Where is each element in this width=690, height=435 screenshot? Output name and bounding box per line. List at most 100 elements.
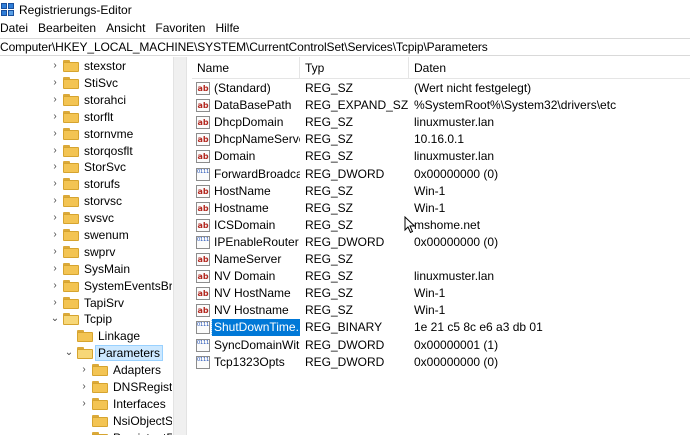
chevron-right-icon[interactable]: › (50, 226, 60, 243)
tree-key-item[interactable]: PersistentRo (79, 429, 172, 435)
tree-key-item[interactable]: › stexstor (50, 57, 128, 74)
folder-icon (92, 414, 108, 427)
tree-key-label: StorSvc (84, 159, 127, 174)
chevron-right-icon[interactable]: › (50, 125, 60, 142)
chevron-right-icon[interactable]: › (50, 108, 60, 125)
chevron-right-icon[interactable]: › (50, 142, 60, 159)
value-row[interactable]: 011110 ForwardBroadca... REG_DWORD 0x000000… (192, 166, 690, 183)
chevron-right-icon[interactable]: › (50, 57, 60, 74)
string-value-icon: ab (196, 185, 210, 198)
chevron-right-icon[interactable]: › (79, 395, 89, 412)
tree-key-item[interactable]: › storvsc (50, 192, 124, 209)
chevron-down-icon[interactable]: ⌄ (50, 313, 60, 324)
folder-icon (63, 296, 79, 309)
tree-scrollbar[interactable] (173, 57, 187, 435)
tree-key-item[interactable]: › storufs (50, 175, 122, 192)
chevron-right-icon[interactable]: › (50, 74, 60, 91)
folder-icon (63, 279, 79, 292)
value-name-cell: ab Domain (196, 148, 300, 165)
folder-icon (63, 59, 79, 72)
value-row[interactable]: ab DhcpDomain REG_SZ linuxmuster.lan (192, 114, 690, 131)
tree-key-item[interactable]: Linkage (64, 327, 142, 344)
title-bar: Registrierungs-Editor (0, 0, 690, 19)
value-name-cell: 011110 IPEnableRouter (196, 234, 300, 251)
value-row[interactable]: ab (Standard) REG_SZ (Wert nicht festgelegt… (192, 80, 690, 97)
value-name: Hostname (214, 201, 269, 215)
value-row[interactable]: ab DataBasePath REG_EXPAND_SZ %SystemRoot%\… (192, 97, 690, 114)
value-data: linuxmuster.lan (414, 269, 495, 283)
tree-key-item[interactable]: ⌄ Parameters (64, 344, 164, 361)
value-row[interactable]: ab DhcpNameServer REG_SZ 10.16.0.1 (192, 131, 690, 148)
value-row[interactable]: 011110 Tcp1323Opts REG_DWORD 0x00000000 (0) (192, 354, 690, 371)
value-row[interactable]: ab NV Domain REG_SZ linuxmuster.lan (192, 268, 690, 285)
tree-key-item[interactable]: › StorSvc (50, 158, 128, 175)
folder-icon (63, 211, 79, 224)
chevron-right-icon[interactable]: › (50, 277, 60, 294)
tree-key-item[interactable]: › TapiSrv (50, 294, 126, 311)
value-name-cell: ab DhcpNameServer (196, 131, 300, 148)
address-bar[interactable]: Computer\HKEY_LOCAL_MACHINE\SYSTEM\Curre… (0, 38, 690, 56)
value-row[interactable]: 011110 SyncDomainWit... REG_DWORD 0x0000000… (192, 337, 690, 354)
column-header-type[interactable]: Typ (300, 57, 409, 79)
tree-key-item[interactable]: › DNSRegister (79, 378, 172, 395)
column-header-name[interactable]: Name (192, 57, 300, 79)
menu-ansicht[interactable]: Ansicht (104, 21, 153, 35)
tree-key-item[interactable]: ⌄ Tcpip (50, 310, 114, 327)
tree-key-item[interactable]: › stornvme (50, 125, 135, 142)
chevron-right-icon[interactable]: › (50, 175, 60, 192)
tree-key-item[interactable]: NsiObjectSe (79, 412, 172, 429)
tree-key-item[interactable]: › swprv (50, 243, 117, 260)
chevron-right-icon[interactable]: › (50, 260, 60, 277)
value-type: REG_SZ (305, 81, 354, 95)
chevron-right-icon[interactable]: › (79, 378, 89, 395)
value-name-cell: ab Hostname (196, 200, 300, 217)
chevron-right-icon[interactable]: › (50, 192, 60, 209)
column-header-data[interactable]: Daten (409, 57, 690, 79)
chevron-right-icon[interactable]: › (50, 209, 60, 226)
tree-key-item[interactable]: › swenum (50, 226, 131, 243)
chevron-right-icon[interactable]: › (50, 243, 60, 260)
tree-key-item[interactable]: › storahci (50, 91, 128, 108)
tree-key-item[interactable]: › SysMain (50, 260, 132, 277)
binary-value-icon: 011110 (196, 321, 210, 334)
value-row[interactable]: ab NV Hostname REG_SZ Win-1 (192, 302, 690, 319)
binary-value-icon: 011110 (196, 356, 210, 369)
value-type: REG_DWORD (305, 338, 385, 352)
chevron-right-icon[interactable]: › (50, 91, 60, 108)
tree-key-item[interactable]: › storqosflt (50, 142, 135, 159)
value-row[interactable]: ab Hostname REG_SZ Win-1 (192, 200, 690, 217)
menu-bearbeiten[interactable]: Bearbeiten (36, 21, 104, 35)
value-type: REG_SZ (305, 218, 354, 232)
folder-icon (63, 127, 79, 140)
value-row[interactable]: ab ICSDomain REG_SZ mshome.net (192, 217, 690, 234)
value-row[interactable]: 011110ShutDownTime... REG_BINARY 1e 21 c5 … (192, 319, 690, 336)
tree-key-item[interactable]: › SystemEventsBrok (50, 277, 172, 294)
value-row[interactable]: 011110 IPEnableRouter REG_DWORD 0x00000000 … (192, 234, 690, 251)
address-path[interactable]: Computer\HKEY_LOCAL_MACHINE\SYSTEM\Curre… (0, 40, 488, 54)
menu-hilfe[interactable]: Hilfe (213, 21, 247, 35)
tree-key-item[interactable]: › Interfaces (79, 395, 168, 412)
value-type: REG_DWORD (305, 355, 385, 369)
tree-key-item[interactable]: › svsvc (50, 209, 116, 226)
value-row[interactable]: ab NV HostName REG_SZ Win-1 (192, 285, 690, 302)
chevron-down-icon[interactable]: ⌄ (64, 347, 74, 358)
value-row[interactable]: ab HostName REG_SZ Win-1 (192, 183, 690, 200)
string-value-icon: ab (196, 287, 210, 300)
chevron-right-icon[interactable]: › (50, 158, 60, 175)
menu-favoriten[interactable]: Favoriten (153, 21, 213, 35)
value-data: Win-1 (414, 286, 446, 300)
value-data: linuxmuster.lan (414, 149, 495, 163)
value-data: Win-1 (414, 201, 446, 215)
tree-key-label: swenum (84, 227, 129, 242)
chevron-right-icon[interactable]: › (79, 361, 89, 378)
tree-key-item[interactable]: › StiSvc (50, 74, 120, 91)
menu-datei[interactable]: Datei (0, 21, 36, 35)
value-name: ForwardBroadca... (214, 167, 300, 181)
value-type: REG_SZ (305, 201, 354, 215)
value-row[interactable]: ab Domain REG_SZ linuxmuster.lan (192, 148, 690, 165)
value-name: SyncDomainWit... (214, 338, 300, 352)
chevron-right-icon[interactable]: › (50, 294, 60, 311)
tree-key-item[interactable]: › Adapters (79, 361, 163, 378)
value-row[interactable]: ab NameServer REG_SZ (192, 251, 690, 268)
tree-key-item[interactable]: › storflt (50, 108, 115, 125)
